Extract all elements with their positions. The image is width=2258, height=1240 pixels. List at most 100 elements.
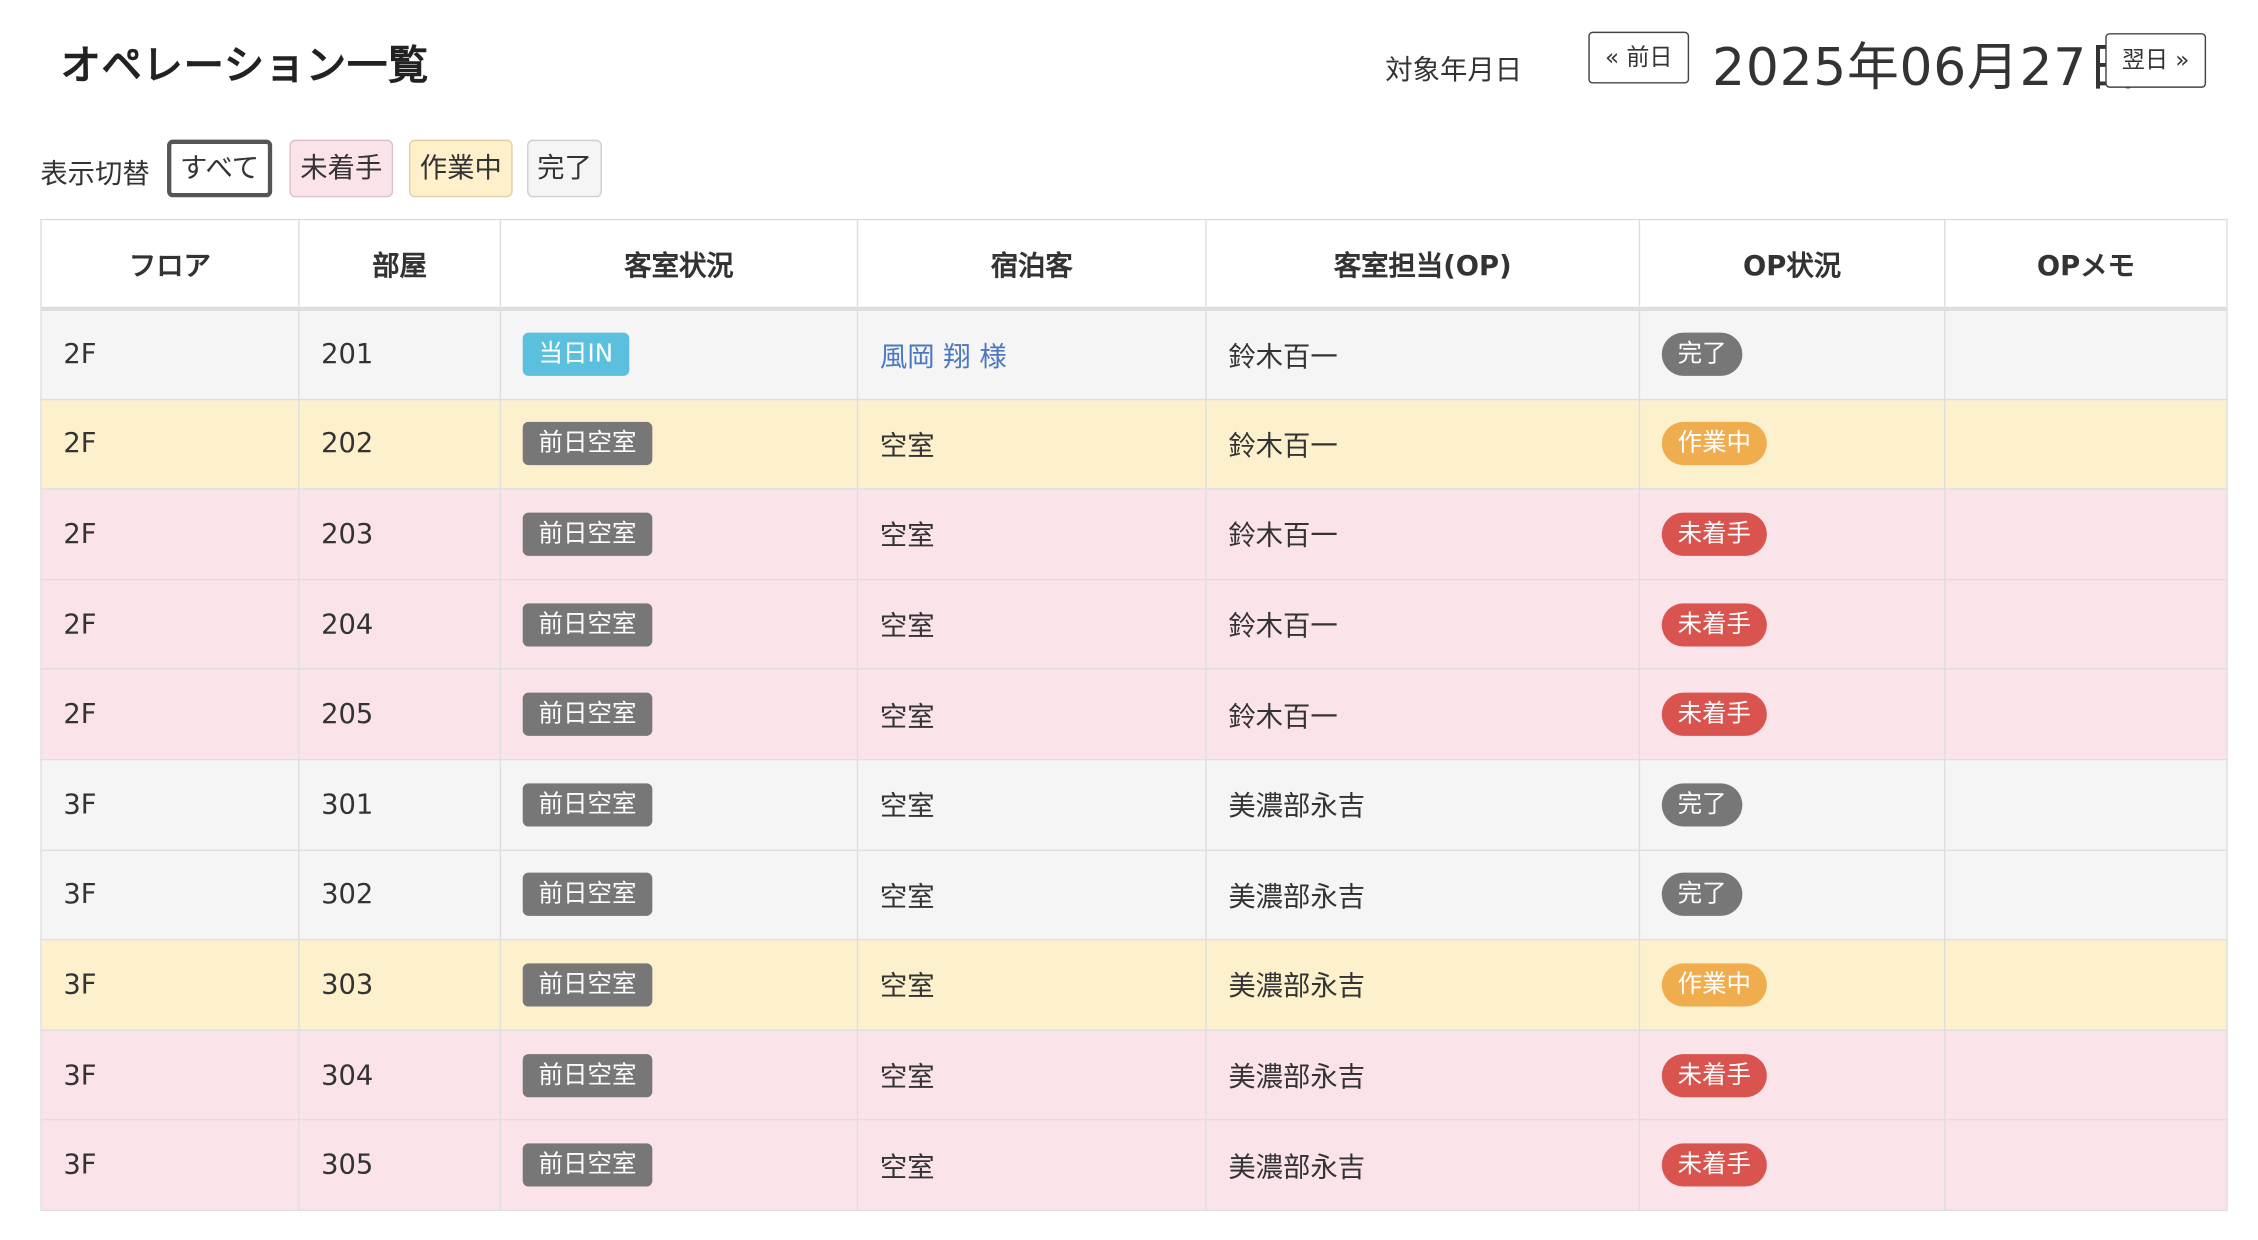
op-staff-cell: 美濃部永吉 xyxy=(1205,1029,1641,1121)
room-status-badge: 前日空室 xyxy=(522,963,653,1007)
floor-cell: 2F xyxy=(40,488,300,581)
room-status-badge: 当日IN xyxy=(522,333,629,377)
guest-vacant-text: 空室 xyxy=(879,700,935,733)
guest-vacant-text: 空室 xyxy=(879,430,935,463)
floor-cell: 2F xyxy=(40,668,300,761)
filter-done-button[interactable]: 完了 xyxy=(527,139,602,198)
filter-label: 表示切替 xyxy=(40,158,150,191)
op-memo-cell xyxy=(1944,939,2228,1031)
operation-table: フロア 部屋 客室状況 宿泊客 客室担当(OP) OP状況 OPメモ 2F 201… xyxy=(40,218,2228,1211)
guest-cell: 空室 xyxy=(856,668,1207,761)
guest-name-link[interactable]: 風岡 翔 様 xyxy=(880,341,1007,373)
guest-vacant-text: 空室 xyxy=(879,520,935,553)
room-status-cell: 前日空室 xyxy=(499,668,859,761)
op-staff-cell: 鈴木百一 xyxy=(1205,578,1641,671)
operation-list-page: オペレーション一覧 対象年月日 « 前日 2025年06月27日 翌日 » 表示… xyxy=(0,0,2258,1240)
op-memo-cell xyxy=(1944,398,2228,490)
floor-cell: 3F xyxy=(40,1119,300,1211)
table-header-row: フロア 部屋 客室状況 宿泊客 客室担当(OP) OP状況 OPメモ xyxy=(40,218,2228,312)
column-header-guest: 宿泊客 xyxy=(856,218,1207,312)
room-status-badge: 前日空室 xyxy=(522,1143,653,1187)
column-header-op-staff: 客室担当(OP) xyxy=(1205,218,1641,312)
op-status-badge: 完了 xyxy=(1661,783,1743,827)
op-memo-cell xyxy=(1944,1029,2228,1121)
table-row: 2F 204 前日空室 空室 鈴木百一 未着手 xyxy=(40,578,2228,671)
room-status-badge: 前日空室 xyxy=(522,783,653,827)
floor-cell: 3F xyxy=(40,848,300,941)
guest-cell: 空室 xyxy=(856,578,1207,671)
next-day-button[interactable]: 翌日 » xyxy=(2105,33,2207,88)
op-memo-cell xyxy=(1944,488,2228,581)
room-status-cell: 前日空室 xyxy=(499,578,859,671)
floor-cell: 3F xyxy=(40,939,300,1031)
op-status-cell: 完了 xyxy=(1638,758,1946,851)
op-status-badge: 完了 xyxy=(1661,873,1743,917)
floor-cell: 2F xyxy=(40,578,300,671)
room-cell: 203 xyxy=(298,488,502,581)
op-memo-cell xyxy=(1944,1119,2228,1211)
op-memo-cell xyxy=(1944,308,2228,400)
table-row: 3F 304 前日空室 空室 美濃部永吉 未着手 xyxy=(40,1029,2228,1121)
guest-cell: 空室 xyxy=(856,758,1207,851)
room-cell: 305 xyxy=(298,1119,502,1211)
page-title: オペレーション一覧 xyxy=(60,41,430,90)
room-cell: 202 xyxy=(298,398,502,490)
guest-cell: 空室 xyxy=(856,939,1207,1031)
floor-cell: 2F xyxy=(40,398,300,490)
filter-in-progress-button[interactable]: 作業中 xyxy=(408,139,513,198)
filter-not-started-button[interactable]: 未着手 xyxy=(289,139,394,198)
room-cell: 302 xyxy=(298,848,502,941)
table-row: 3F 301 前日空室 空室 美濃部永吉 完了 xyxy=(40,758,2228,851)
op-status-cell: 未着手 xyxy=(1638,668,1946,761)
room-status-badge: 前日空室 xyxy=(522,1053,653,1097)
op-status-cell: 完了 xyxy=(1638,308,1946,400)
op-status-cell: 作業中 xyxy=(1638,939,1946,1031)
room-status-cell: 前日空室 xyxy=(499,488,859,581)
op-status-cell: 未着手 xyxy=(1638,1119,1946,1211)
op-status-badge: 未着手 xyxy=(1661,512,1767,556)
room-status-cell: 前日空室 xyxy=(499,398,859,490)
op-status-badge: 未着手 xyxy=(1661,1143,1767,1187)
guest-cell: 空室 xyxy=(856,848,1207,941)
floor-cell: 3F xyxy=(40,1029,300,1121)
table-body: 2F 201 当日IN 風岡 翔 様鈴木百一 完了 2F 202 前日空室 空室 鈴木百一 作業中 2… xyxy=(40,308,2228,1211)
guest-vacant-text: 空室 xyxy=(879,610,935,643)
page-header: オペレーション一覧 対象年月日 « 前日 2025年06月27日 翌日 » xyxy=(0,0,2258,130)
column-header-room: 部屋 xyxy=(298,218,502,312)
column-header-op-memo: OPメモ xyxy=(1944,218,2228,312)
op-status-cell: 未着手 xyxy=(1638,1029,1946,1121)
op-status-badge: 完了 xyxy=(1661,333,1743,377)
op-status-badge: 作業中 xyxy=(1661,422,1767,466)
op-status-badge: 作業中 xyxy=(1661,963,1767,1007)
op-status-badge: 未着手 xyxy=(1661,692,1767,737)
op-staff-cell: 鈴木百一 xyxy=(1205,668,1641,761)
op-staff-cell: 鈴木百一 xyxy=(1205,488,1641,581)
room-status-cell: 前日空室 xyxy=(499,1119,859,1211)
op-staff-cell: 美濃部永吉 xyxy=(1205,1119,1641,1211)
op-staff-cell: 鈴木百一 xyxy=(1205,398,1641,490)
op-status-cell: 未着手 xyxy=(1638,578,1946,671)
guest-cell: 風岡 翔 様 xyxy=(856,308,1207,400)
floor-cell: 3F xyxy=(40,758,300,851)
op-status-cell: 作業中 xyxy=(1638,398,1946,490)
filter-all-button[interactable]: すべて xyxy=(167,139,273,198)
guest-cell: 空室 xyxy=(856,1029,1207,1121)
guest-vacant-text: 空室 xyxy=(879,971,935,1003)
op-status-badge: 未着手 xyxy=(1661,1053,1767,1097)
guest-cell: 空室 xyxy=(856,398,1207,490)
table-row: 3F 303 前日空室 空室 美濃部永吉 作業中 xyxy=(40,939,2228,1031)
room-cell: 204 xyxy=(298,578,502,671)
room-status-badge: 前日空室 xyxy=(522,512,653,556)
op-memo-cell xyxy=(1944,848,2228,941)
room-cell: 301 xyxy=(298,758,502,851)
op-status-badge: 未着手 xyxy=(1661,602,1767,646)
guest-vacant-text: 空室 xyxy=(879,1151,935,1184)
table-row: 2F 203 前日空室 空室 鈴木百一 未着手 xyxy=(40,488,2228,581)
room-cell: 205 xyxy=(298,668,502,761)
previous-day-button[interactable]: « 前日 xyxy=(1588,31,1690,84)
guest-vacant-text: 空室 xyxy=(879,1061,935,1094)
table-row: 2F 205 前日空室 空室 鈴木百一 未着手 xyxy=(40,668,2228,761)
room-status-cell: 当日IN xyxy=(499,308,859,400)
op-memo-cell xyxy=(1944,578,2228,671)
table-row: 2F 202 前日空室 空室 鈴木百一 作業中 xyxy=(40,398,2228,490)
